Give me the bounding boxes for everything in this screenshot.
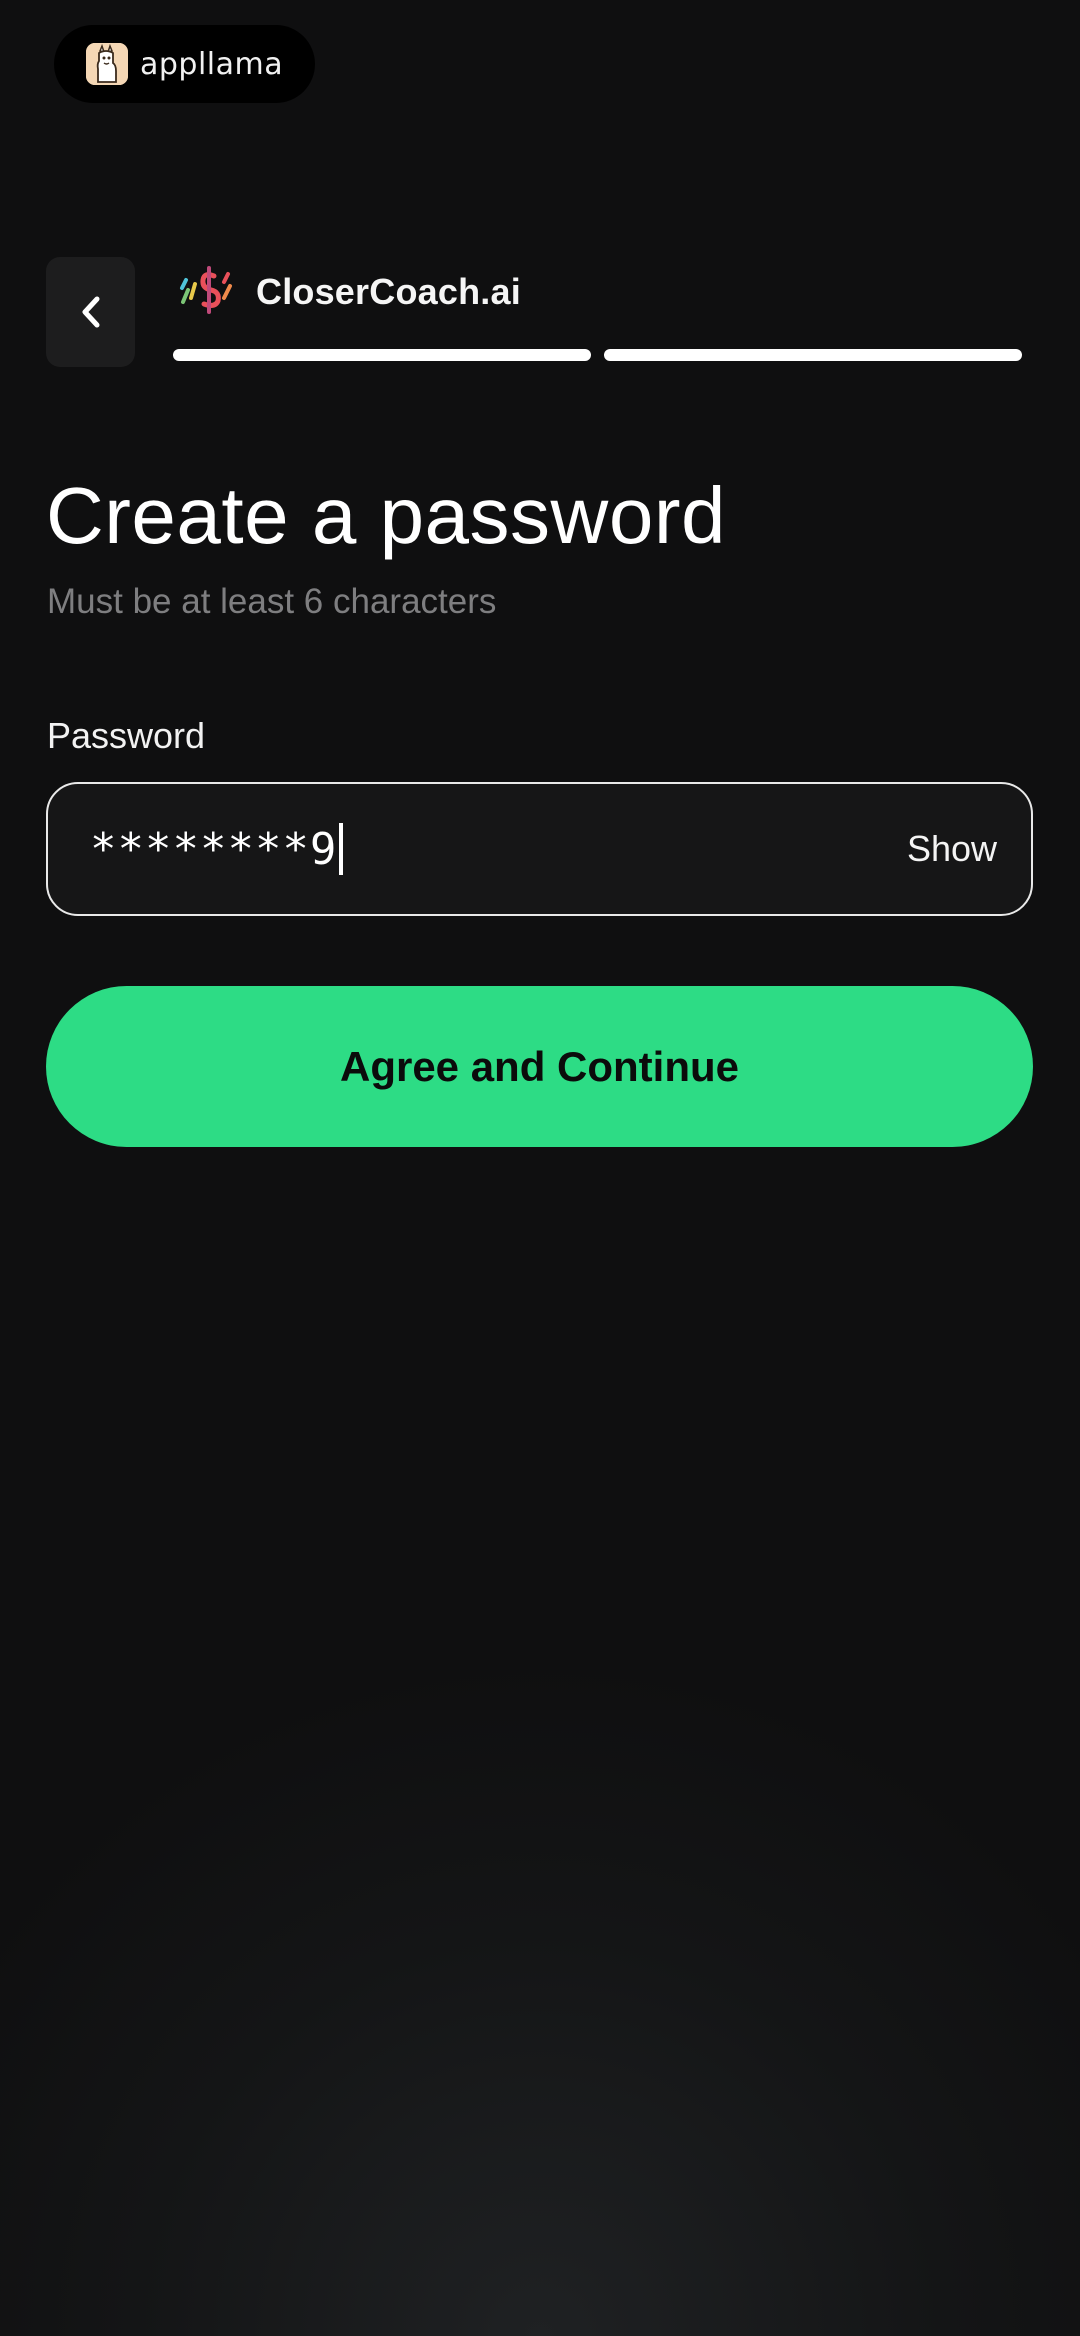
password-value[interactable]: ********9 (90, 824, 337, 875)
app-header: CloserCoach.ai (176, 260, 521, 324)
step-progress (173, 349, 1022, 361)
show-password-button[interactable]: Show (907, 828, 997, 870)
brand-pill: appllama (54, 25, 315, 103)
progress-step-1 (173, 349, 591, 361)
back-button[interactable] (46, 257, 135, 367)
text-caret (339, 823, 344, 875)
dollar-sign-logo-icon (180, 266, 232, 314)
agree-continue-button[interactable]: Agree and Continue (46, 986, 1033, 1147)
page-title: Create a password (46, 471, 726, 560)
brand-name: appllama (140, 46, 284, 82)
chevron-left-icon (82, 296, 99, 328)
app-title: CloserCoach.ai (256, 271, 521, 312)
password-label: Password (47, 715, 206, 756)
page-subtitle: Must be at least 6 characters (47, 582, 497, 621)
llama-icon (86, 43, 128, 85)
password-field[interactable]: ********9 Show (46, 782, 1033, 916)
progress-step-2 (604, 349, 1022, 361)
